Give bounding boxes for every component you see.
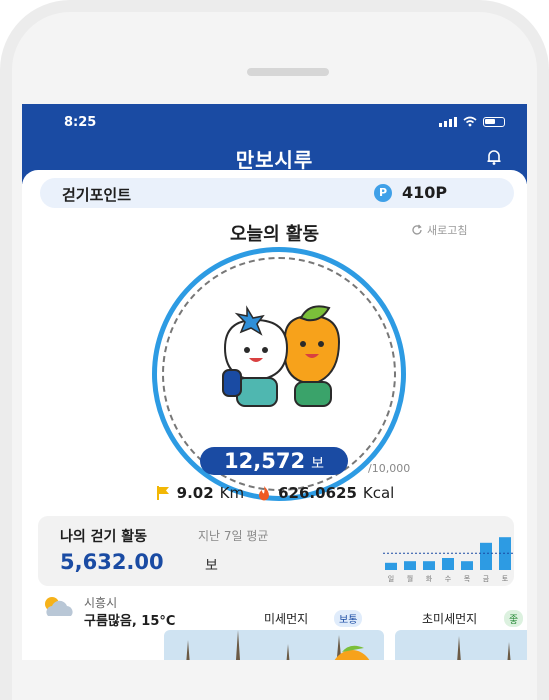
week-bar-3	[442, 558, 454, 570]
week-bar-4	[461, 561, 473, 570]
steps-counter: 12,572 보	[200, 447, 348, 475]
walking-subtitle: 지난 7일 평균	[198, 529, 269, 543]
status-time: 8:25	[64, 115, 97, 130]
calories-unit: Kcal	[362, 484, 395, 502]
orange-mascot	[284, 305, 341, 407]
cloudy-weather-icon	[45, 597, 73, 616]
walking-points-bar[interactable]: 걷기포인트 P 410P	[40, 178, 514, 208]
week-bar-0	[385, 562, 397, 570]
week-day-label-0: 일	[388, 574, 394, 583]
week-day-label-6: 토	[502, 575, 509, 583]
fine-dust-status-badge: 보통	[334, 610, 363, 627]
signal-icon	[439, 116, 457, 127]
ultrafine-dust-label: 초미세먼지	[422, 612, 478, 626]
weekly-steps-chart: 일월화수목금토	[383, 537, 513, 583]
refresh-label: 새로고침	[427, 224, 468, 237]
calories-value: 626.0625	[278, 484, 357, 502]
fine-dust-label: 미세먼지	[264, 612, 309, 626]
week-day-label-2: 화	[426, 575, 433, 583]
distance-value: 9.02	[176, 484, 214, 502]
wifi-icon	[463, 116, 477, 127]
mascot-photo-2	[395, 630, 527, 660]
week-bar-2	[423, 561, 435, 570]
points-value: 410P	[402, 183, 448, 202]
white-mascot	[222, 305, 289, 407]
flame-icon	[259, 485, 270, 500]
status-icons	[439, 116, 505, 127]
walking-activity-card[interactable]: 나의 걷기 활동 지난 7일 평균 5,632.00 보 일 월 화 수 목 금 토	[38, 516, 514, 586]
point-coin-icon: P	[374, 184, 392, 202]
battery-icon	[483, 116, 505, 127]
points-label: 걷기포인트	[62, 186, 132, 204]
week-day-label-5: 금	[483, 575, 490, 583]
app-title: 만보시루	[235, 148, 314, 172]
walking-title: 나의 걷기 활동	[60, 529, 148, 545]
mascot-photo-card[interactable]	[164, 630, 384, 660]
week-day-label-1: 월	[407, 574, 413, 583]
content-sheet: 걷기포인트 P 410P 오늘의 활동 새로고침 12,572 보 /10,00…	[22, 170, 527, 660]
mascot-illustration	[222, 305, 341, 407]
ultrafine-dust-status-badge: 좋	[504, 610, 524, 627]
app-screen: 8:25 만보시루 걷기포인트 P 410P 오늘의 활동 새로고침 12,57…	[22, 104, 527, 660]
steps-unit: 보	[311, 456, 324, 472]
refresh-button[interactable]: 새로고침	[411, 222, 467, 238]
weather-city: 시흥시	[84, 596, 118, 610]
phone-speaker	[247, 68, 329, 76]
mascot-photo	[164, 630, 384, 660]
week-day-label-4: 목	[464, 575, 471, 583]
distance-unit: Km	[219, 484, 245, 502]
flag-icon	[156, 486, 169, 500]
week-bar-1	[404, 561, 416, 570]
weather-description: 구름많음, 15°C	[84, 614, 176, 629]
steps-value: 12,572	[224, 449, 306, 473]
week-bar-5	[480, 542, 492, 570]
activity-stats: 9.02 Km 626.0625 Kcal	[22, 484, 527, 502]
walking-average: 5,632.00	[60, 550, 164, 574]
walking-unit: 보	[205, 558, 218, 574]
bell-icon[interactable]	[485, 148, 503, 166]
refresh-icon	[412, 224, 422, 235]
steps-goal: /10,000	[368, 462, 411, 475]
mascot-photo-card-2[interactable]	[395, 630, 527, 660]
week-day-label-3: 수	[445, 575, 452, 583]
